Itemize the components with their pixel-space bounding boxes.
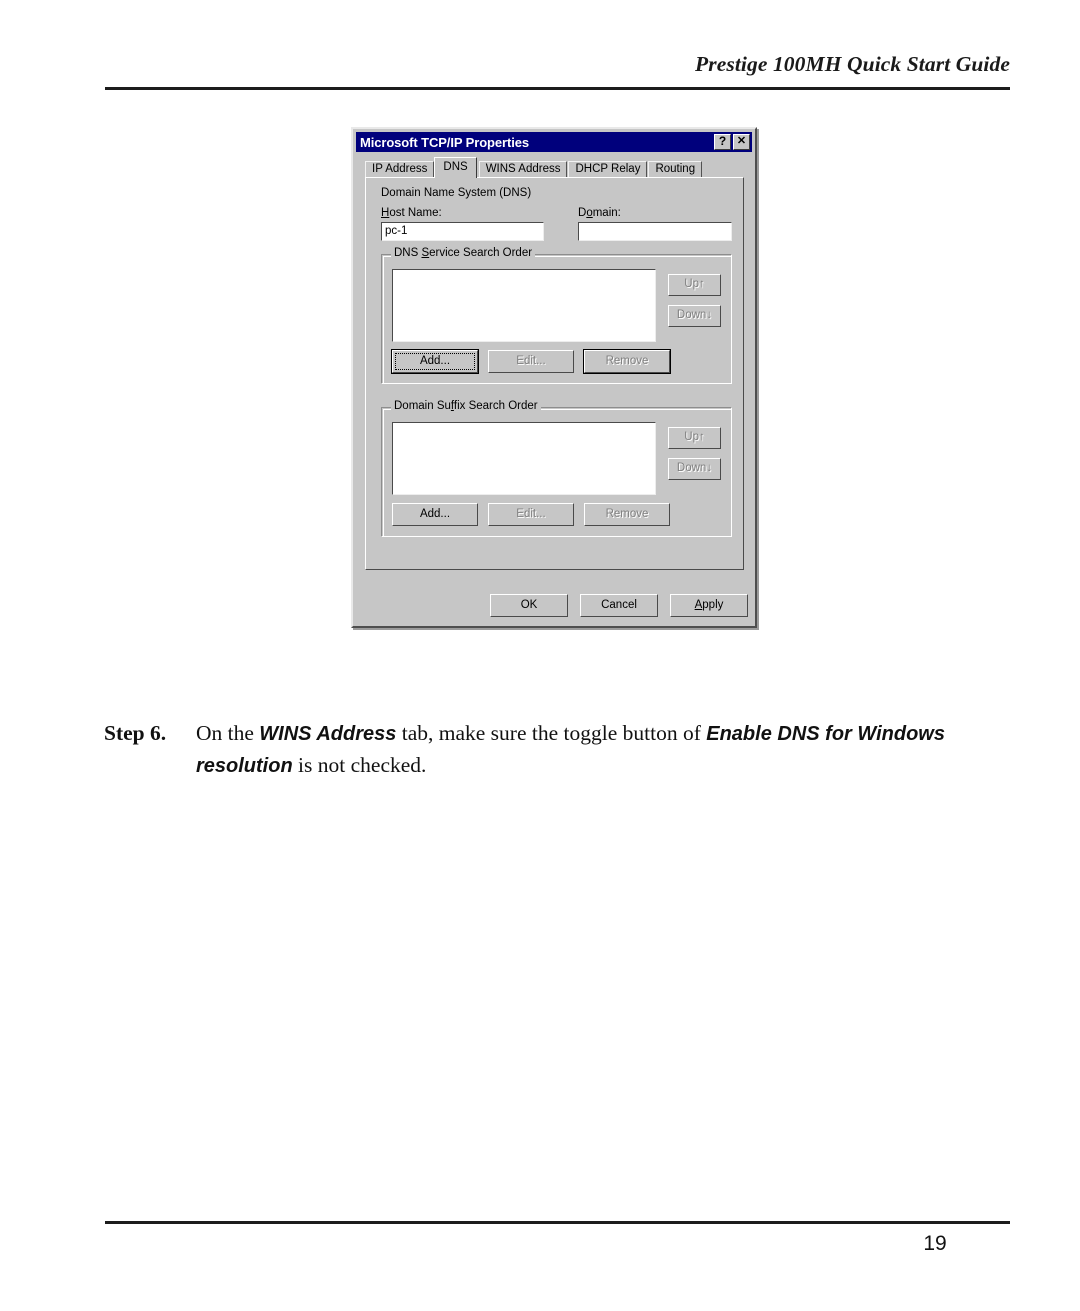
step-text-3: is not checked. [292, 753, 427, 777]
domain-suffix-add-button[interactable]: Add... [392, 503, 478, 526]
page-header-title: Prestige 100MH Quick Start Guide [695, 52, 1010, 76]
tab-ip-address[interactable]: IP Address [365, 161, 435, 178]
cancel-button[interactable]: Cancel [580, 594, 658, 617]
domain-suffix-up-button[interactable]: Up↑ [668, 427, 721, 449]
dialog-titlebar: Microsoft TCP/IP Properties ? ✕ [356, 132, 752, 152]
header-rule [105, 87, 1010, 90]
domain-suffix-remove-button[interactable]: Remove [584, 503, 670, 526]
dns-service-search-order-legend: DNS Service Search Order [391, 247, 536, 259]
domain-input[interactable] [578, 222, 732, 241]
dns-service-up-button[interactable]: Up↑ [668, 274, 721, 296]
step-text-1: On the [196, 721, 260, 745]
host-name-label: Host Name: [381, 207, 442, 219]
ok-button[interactable]: OK [490, 594, 568, 617]
footer-rule [105, 1221, 1010, 1224]
apply-button[interactable]: Apply [670, 594, 748, 617]
tab-dhcp-relay[interactable]: DHCP Relay [568, 161, 648, 178]
dns-service-add-button[interactable]: Add... [391, 349, 479, 374]
domain-suffix-down-button[interactable]: Down↓ [668, 458, 721, 480]
host-name-input[interactable]: pc-1 [381, 222, 544, 241]
dns-tab-panel: Domain Name System (DNS) Host Name: pc-1… [365, 177, 744, 570]
domain-suffix-search-listbox[interactable] [392, 422, 656, 495]
domain-suffix-search-order-group: Domain Suffix Search Order Up↑ Down↓ Add… [381, 400, 732, 537]
step-6-paragraph: Step 6. On the WINS Address tab, make su… [104, 718, 1010, 782]
step-text-2: tab, make sure the toggle button of [396, 721, 707, 745]
dns-service-search-order-group: DNS Service Search Order Up↑ Down↓ Add..… [381, 247, 732, 384]
dns-section-title: Domain Name System (DNS) [381, 187, 532, 199]
tcpip-properties-dialog: Microsoft TCP/IP Properties ? ✕ IP Addre… [351, 127, 757, 628]
dialog-tabstrip: IP Address DNS WINS Address DHCP Relay R… [365, 157, 744, 178]
step-label: Step 6. [104, 721, 167, 745]
step-emphasis-wins-address: WINS Address [259, 723, 397, 745]
domain-suffix-edit-button[interactable]: Edit... [488, 503, 574, 526]
step-body: On the WINS Address tab, make sure the t… [196, 718, 1010, 782]
tab-wins-address[interactable]: WINS Address [478, 161, 568, 178]
domain-suffix-search-order-legend: Domain Suffix Search Order [391, 400, 541, 412]
tab-dns[interactable]: DNS [434, 157, 477, 178]
domain-label: Domain: [578, 207, 621, 219]
dns-service-edit-button[interactable]: Edit... [488, 350, 574, 373]
help-icon[interactable]: ? [714, 134, 731, 150]
page-number: 19 [923, 1232, 947, 1255]
dns-service-down-button[interactable]: Down↓ [668, 305, 721, 327]
close-icon[interactable]: ✕ [733, 134, 750, 150]
dialog-title: Microsoft TCP/IP Properties [360, 134, 529, 150]
dns-service-search-listbox[interactable] [392, 269, 656, 342]
dns-service-remove-button[interactable]: Remove [583, 349, 671, 374]
tab-routing[interactable]: Routing [648, 161, 703, 178]
